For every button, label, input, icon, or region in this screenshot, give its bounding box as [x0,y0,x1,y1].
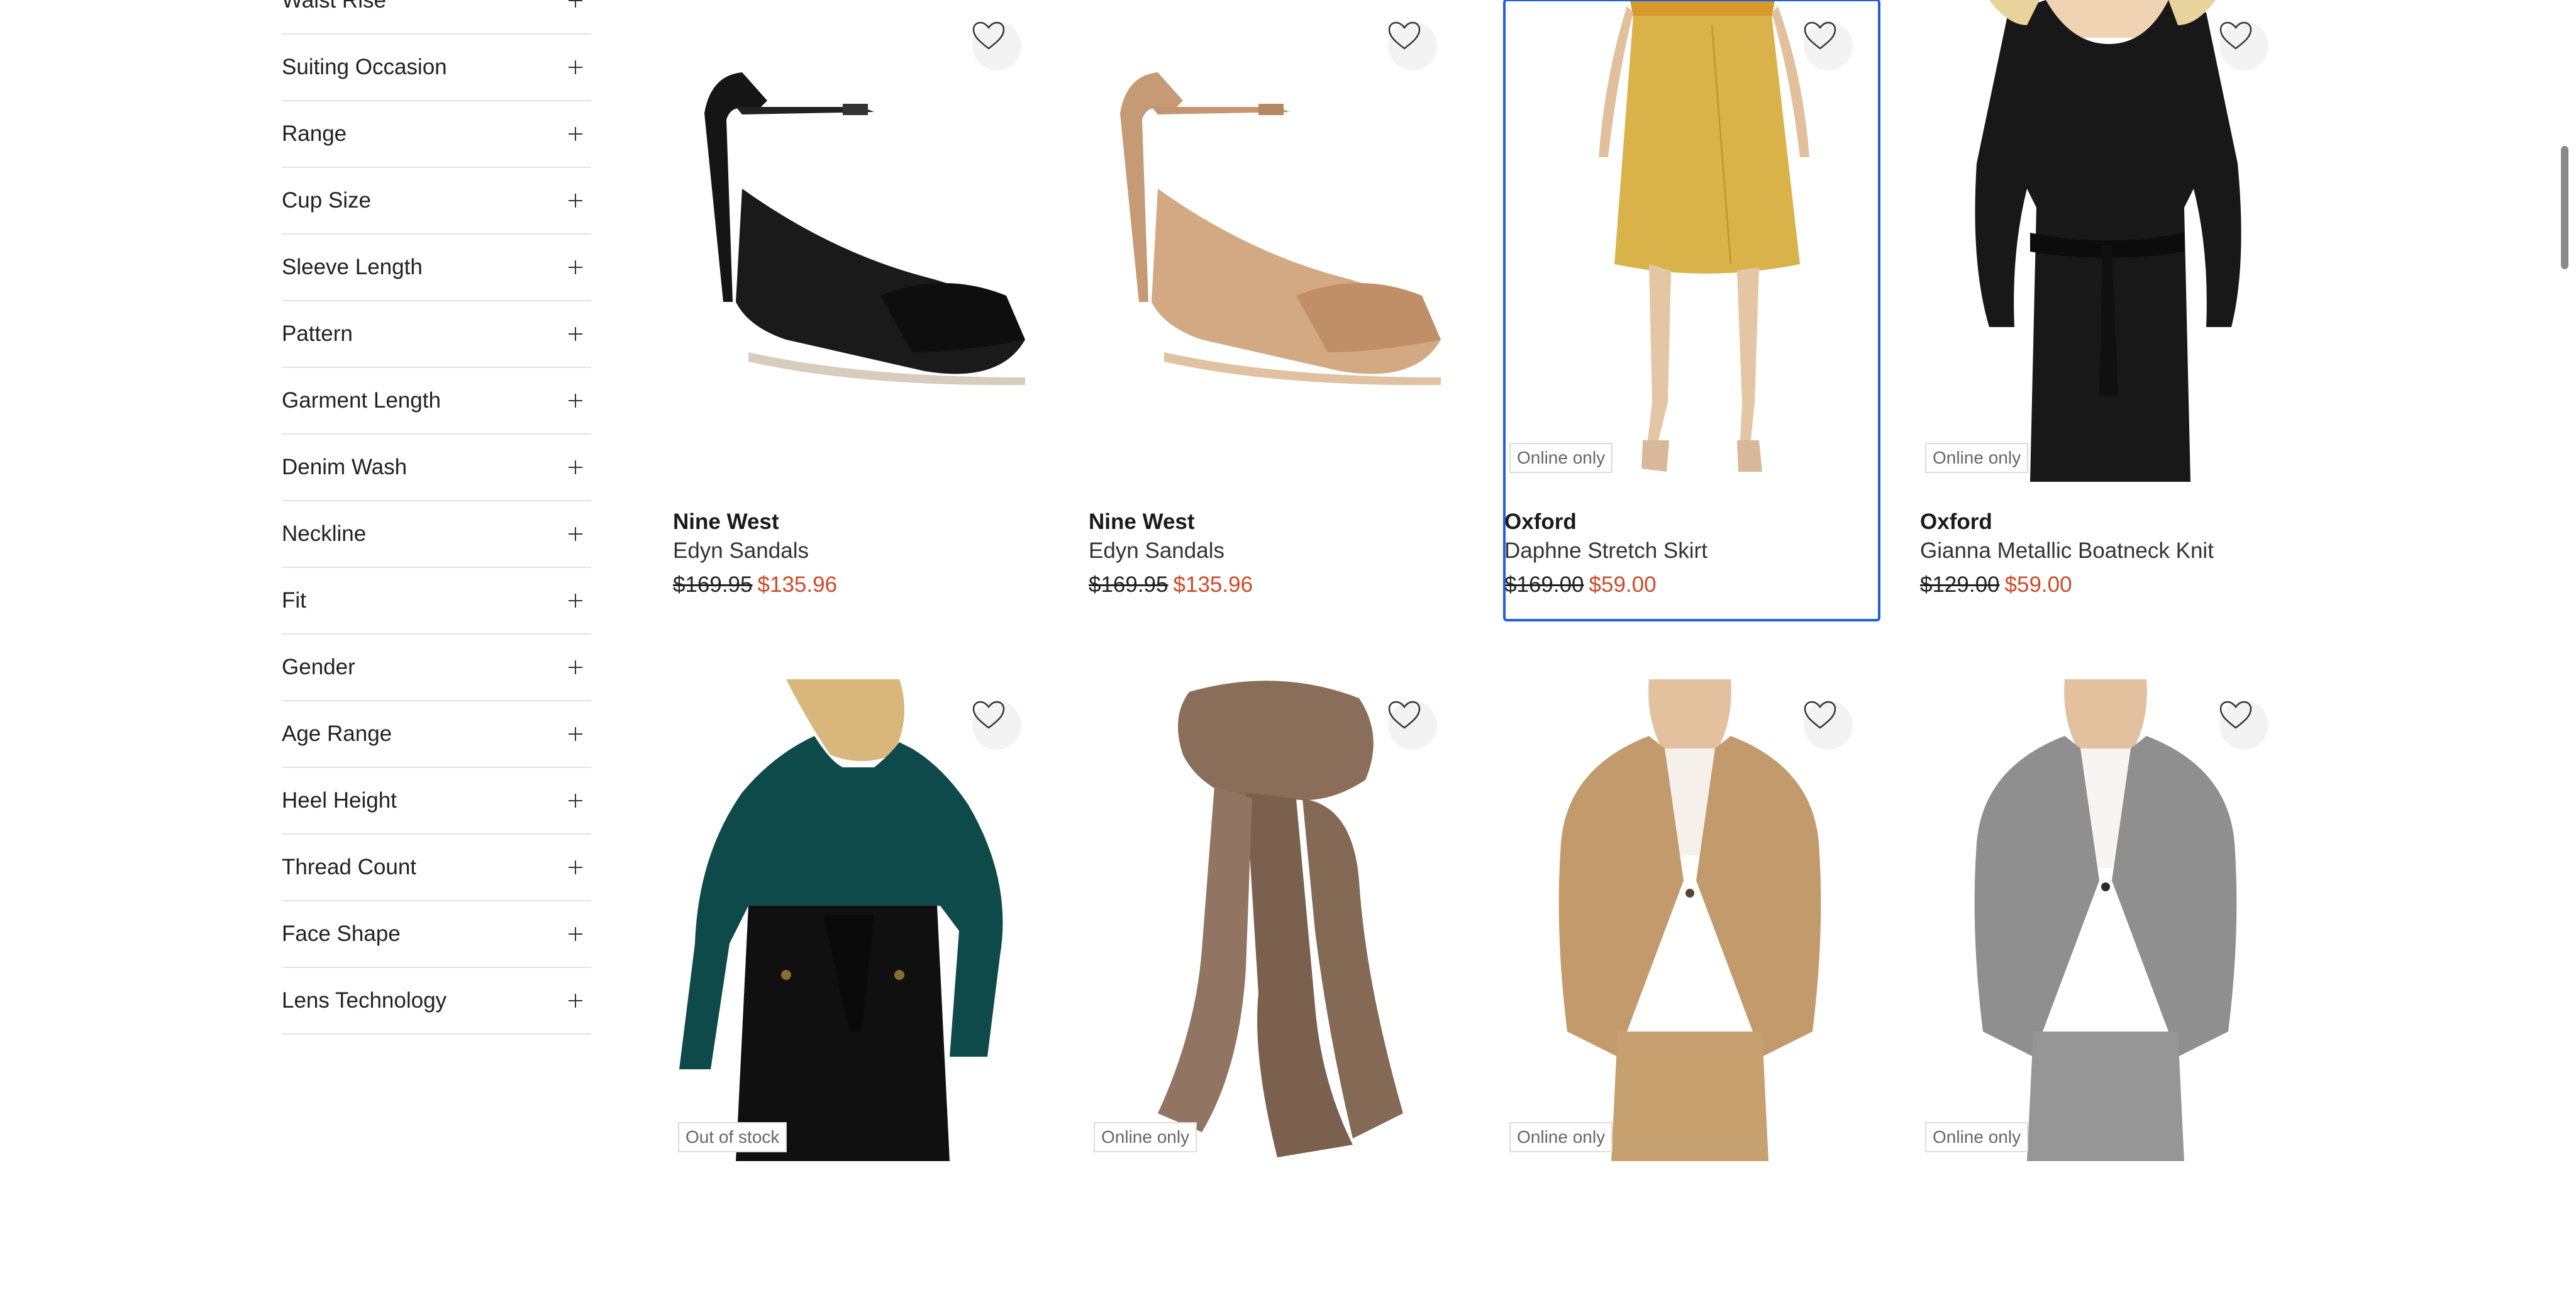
nude-sandal-image [1120,72,1441,386]
product-card[interactable]: Online only [1504,679,1882,1302]
product-image[interactable] [673,0,1048,482]
product-image[interactable]: Online only [1504,679,1879,1161]
online-only-badge: Online only [1925,443,2029,473]
product-card[interactable]: Online only Oxford Gianna Metallic Boatn… [1920,0,2297,623]
wishlist-button[interactable] [2219,21,2268,70]
heart-icon [2219,21,2252,50]
heart-icon [1388,701,1421,729]
original-price: $169.95 [1089,572,1169,597]
wishlist-button[interactable] [972,21,1021,70]
product-brand: Oxford [1504,509,1577,534]
product-name[interactable]: Edyn Sandals [1089,538,1224,564]
product-card[interactable]: Out of stock [673,679,1050,1302]
heart-icon [1388,21,1421,50]
product-prices: $129.00 $59.00 [1920,572,2072,598]
online-only-badge: Online only [1509,443,1613,473]
heart-icon [1804,21,1836,50]
product-name[interactable]: Daphne Stretch Skirt [1504,538,1707,564]
heart-icon [972,701,1005,729]
scarf-image [1158,681,1403,1157]
out-of-stock-badge: Out of stock [678,1122,787,1152]
heart-icon [2219,701,2252,729]
online-only-badge: Online only [1925,1122,2029,1152]
grey-blazer-image [1974,679,2237,1161]
original-price: $169.00 [1504,572,1584,597]
sale-price: $135.96 [1173,572,1253,597]
product-name[interactable]: Edyn Sandals [673,538,809,564]
heart-icon [1804,701,1836,729]
product-card-selected[interactable]: Online only Oxford Daphne Stretch Skirt … [1503,0,1882,623]
camel-blazer-image [1558,679,1821,1161]
black-sandal-image [704,72,1025,386]
heart-icon [972,21,1005,50]
product-image[interactable]: Online only [1920,679,2295,1161]
wishlist-button[interactable] [972,701,1021,750]
product-grid: Nine West Edyn Sandals $169.95 $135.96 Ni… [0,0,2576,1169]
teal-sweater-image [679,679,1003,1161]
product-image[interactable]: Online only [1920,0,2295,482]
product-prices: $169.95 $135.96 [673,572,837,598]
wishlist-button[interactable] [1804,701,1853,750]
wishlist-button[interactable] [1388,21,1437,70]
product-prices: $169.95 $135.96 [1089,572,1253,598]
product-image[interactable]: Online only [1504,0,1879,482]
product-card[interactable]: Nine West Edyn Sandals $169.95 $135.96 [673,0,1050,623]
product-brand: Nine West [1089,509,1195,534]
page-scrollbar[interactable] [2555,0,2576,1169]
sale-price: $59.00 [1589,572,1657,597]
online-only-badge: Online only [1509,1122,1613,1152]
product-image[interactable] [1089,0,1463,482]
black-knit-image [1975,0,2241,482]
product-brand: Nine West [673,509,779,534]
product-prices: $169.00 $59.00 [1504,572,1657,598]
wishlist-button[interactable] [2219,701,2268,750]
product-image[interactable]: Out of stock [673,679,1048,1161]
sale-price: $59.00 [2004,572,2072,597]
product-card[interactable]: Nine West Edyn Sandals $169.95 $135.96 [1089,0,1466,623]
product-brand: Oxford [1920,509,1992,534]
original-price: $169.95 [673,572,753,597]
wishlist-button[interactable] [1804,21,1853,70]
sale-price: $135.96 [757,572,838,597]
product-name[interactable]: Gianna Metallic Boatneck Knit [1920,538,2214,564]
product-image[interactable]: Online only [1089,679,1463,1161]
yellow-skirt-image [1599,0,1809,472]
product-card[interactable]: Online only [1920,679,2297,1302]
original-price: $129.00 [1920,572,2000,597]
product-card[interactable]: Online only [1089,679,1466,1302]
online-only-badge: Online only [1094,1122,1197,1152]
scrollbar-thumb[interactable] [2561,146,2568,269]
wishlist-button[interactable] [1388,701,1437,750]
